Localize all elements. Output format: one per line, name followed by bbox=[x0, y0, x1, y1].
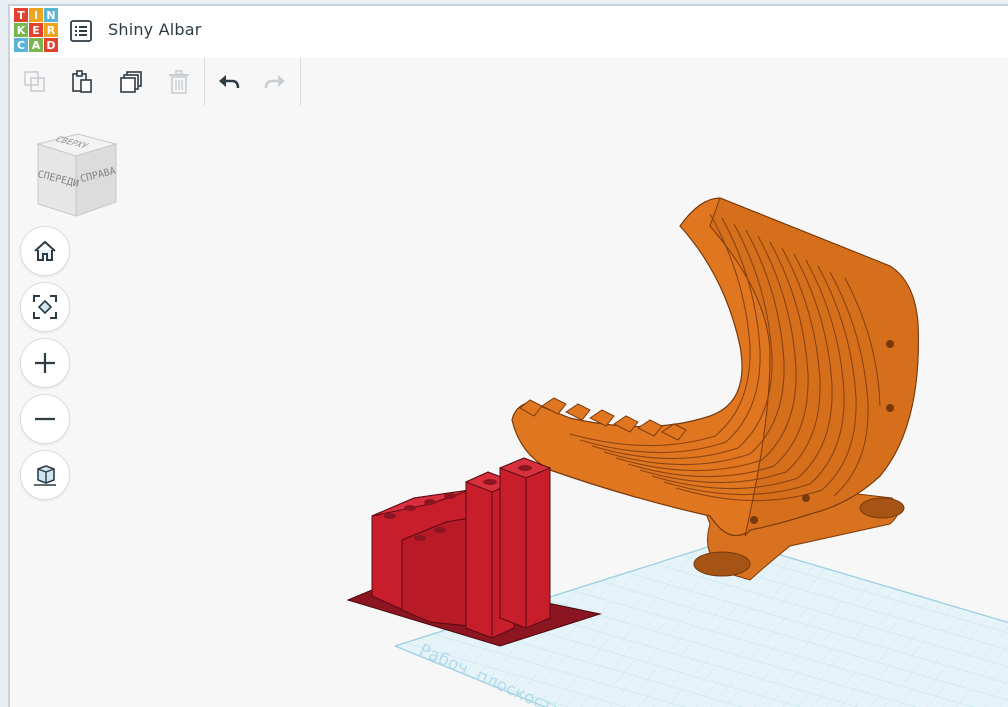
3d-viewport[interactable]: Рабоч. плоскость СВЕРХУ СПЕРЕДИ СПРАВА bbox=[10, 106, 1008, 707]
scene-canvas[interactable]: Рабоч. плоскость bbox=[10, 106, 1008, 707]
top-bar: T I N K E R C A D Shiny Albar bbox=[10, 6, 1008, 59]
duplicate-icon bbox=[120, 71, 142, 93]
logo-letter: E bbox=[29, 23, 43, 37]
logo-letter: T bbox=[14, 8, 28, 22]
home-view-button[interactable] bbox=[20, 226, 70, 276]
fit-view-button[interactable] bbox=[20, 282, 70, 332]
app-frame: T I N K E R C A D Shiny Albar Рабоч. пло… bbox=[8, 4, 1008, 707]
duplicate-button[interactable] bbox=[114, 66, 148, 98]
logo-letter: A bbox=[29, 38, 43, 52]
zoom-in-button[interactable] bbox=[20, 338, 70, 388]
logo-letter: D bbox=[44, 38, 58, 52]
design-title[interactable]: Shiny Albar bbox=[108, 20, 202, 39]
edit-toolbar bbox=[10, 58, 1008, 107]
orange-cradle-shape[interactable] bbox=[511, 197, 919, 581]
trash-icon bbox=[169, 70, 189, 94]
home-icon bbox=[34, 240, 56, 261]
zoom-in-icon bbox=[35, 353, 55, 373]
paste-button[interactable] bbox=[65, 66, 99, 98]
delete-button[interactable] bbox=[162, 66, 196, 98]
zoom-out-icon bbox=[35, 417, 55, 421]
logo-letter: N bbox=[44, 8, 58, 22]
ortho-view-button[interactable] bbox=[20, 450, 70, 500]
red-holder-shape[interactable] bbox=[346, 457, 602, 647]
copy-button[interactable] bbox=[18, 66, 52, 98]
fit-view-icon bbox=[33, 295, 57, 319]
undo-button[interactable] bbox=[212, 66, 246, 98]
undo-icon bbox=[219, 75, 240, 89]
zoom-out-button[interactable] bbox=[20, 394, 70, 444]
logo-letter: I bbox=[29, 8, 43, 22]
design-menu-button[interactable] bbox=[70, 20, 92, 42]
ortho-view-icon bbox=[34, 465, 56, 486]
paste-icon bbox=[72, 70, 92, 93]
redo-icon bbox=[264, 75, 285, 89]
redo-button[interactable] bbox=[258, 66, 292, 98]
logo-letter: C bbox=[14, 38, 28, 52]
copy-icon bbox=[24, 71, 45, 92]
logo-letter: K bbox=[14, 23, 28, 37]
logo-letter: R bbox=[44, 23, 58, 37]
view-cube[interactable]: СВЕРХУ СПЕРЕДИ СПРАВА bbox=[32, 130, 122, 220]
history-group bbox=[204, 58, 301, 106]
tinkercad-logo[interactable]: T I N K E R C A D bbox=[14, 8, 58, 52]
list-icon bbox=[70, 20, 92, 42]
clipboard-group bbox=[10, 58, 205, 106]
